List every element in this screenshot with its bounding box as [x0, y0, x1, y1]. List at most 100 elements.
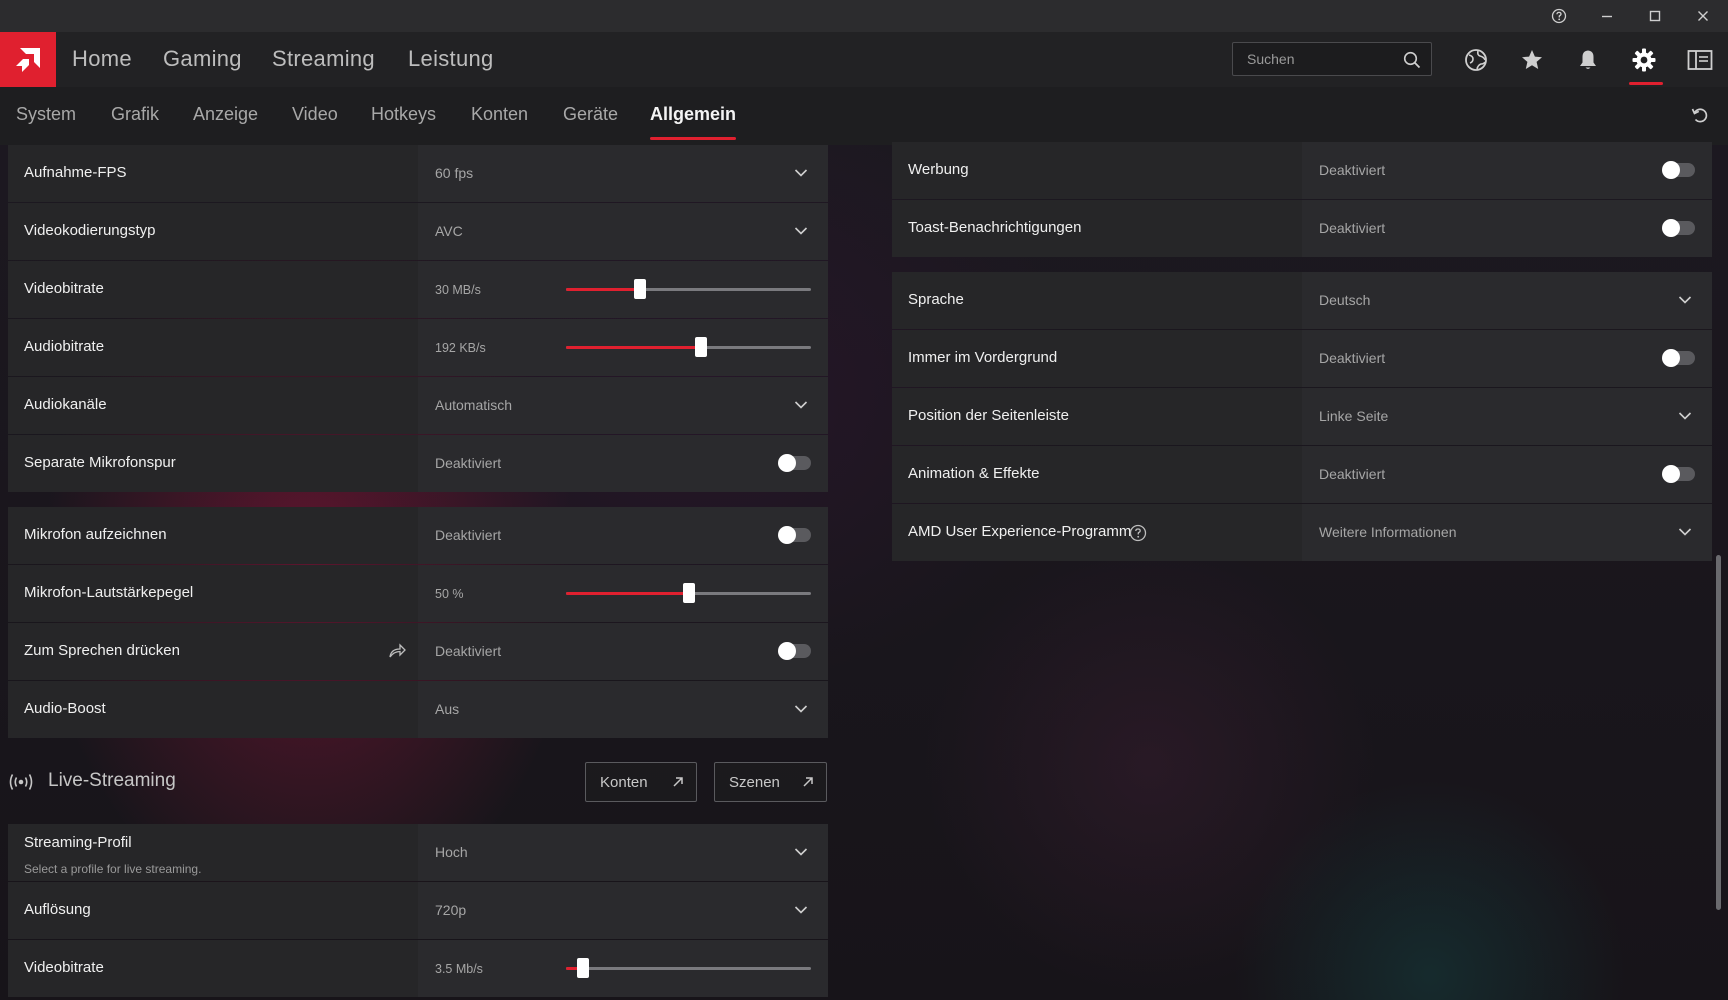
- chevron-down-icon[interactable]: [1678, 409, 1692, 423]
- tab-anzeige[interactable]: Anzeige: [193, 104, 258, 125]
- chevron-down-icon[interactable]: [1678, 293, 1692, 307]
- setting-value[interactable]: AVC: [435, 223, 463, 239]
- setting-label: Toast-Benachrichtigungen: [908, 219, 1082, 236]
- slider-fill: [566, 592, 689, 595]
- chevron-down-icon[interactable]: [794, 845, 808, 859]
- setting-label: Streaming-Profil: [24, 834, 132, 851]
- szenen-link-label: Szenen: [729, 774, 780, 791]
- setting-value[interactable]: 720p: [435, 902, 466, 918]
- toggle-switch[interactable]: [778, 642, 811, 660]
- chevron-down-icon[interactable]: [794, 398, 808, 412]
- setting-value[interactable]: Weitere Informationen: [1319, 524, 1456, 540]
- setting-value: 192 KB/s: [435, 341, 486, 355]
- setting-row-mikrofon-aufzeichnen: Mikrofon aufzeichnen Deaktiviert: [8, 507, 828, 564]
- setting-description: Select a profile for live streaming.: [24, 862, 202, 876]
- globe-icon[interactable]: [1458, 42, 1494, 78]
- minimize-icon[interactable]: [1584, 0, 1630, 32]
- toggle-switch[interactable]: [1662, 161, 1695, 179]
- setting-row-videobitrate: Videobitrate 30 MB/s: [8, 261, 828, 318]
- chevron-down-icon[interactable]: [794, 903, 808, 917]
- nav-gaming[interactable]: Gaming: [163, 46, 242, 72]
- search-input[interactable]: [1233, 43, 1393, 75]
- setting-label: Position der Seitenleiste: [908, 407, 1069, 424]
- settings-tabs: System Grafik Anzeige Video Hotkeys Kont…: [0, 87, 1728, 145]
- broadcast-icon: [9, 774, 33, 790]
- setting-label: Videokodierungstyp: [24, 222, 156, 239]
- help-icon[interactable]: [1536, 0, 1582, 32]
- slider-thumb[interactable]: [694, 337, 707, 357]
- gear-icon[interactable]: [1626, 42, 1662, 78]
- setting-value: Deaktiviert: [1319, 466, 1386, 482]
- toggle-knob: [778, 526, 796, 544]
- setting-label: Videobitrate: [24, 959, 104, 976]
- setting-value[interactable]: Aus: [435, 701, 459, 717]
- setting-row-werbung: Werbung Deaktiviert: [892, 142, 1712, 199]
- amd-logo-icon[interactable]: [0, 32, 56, 87]
- setting-value: Deaktiviert: [1319, 350, 1386, 366]
- slider-track[interactable]: [566, 279, 811, 299]
- chevron-down-icon[interactable]: [794, 702, 808, 716]
- toggle-switch[interactable]: [1662, 219, 1695, 237]
- setting-label: Audiobitrate: [24, 338, 105, 355]
- setting-row-audiokanäle: Audiokanäle Automatisch: [8, 377, 828, 434]
- tab-grafik[interactable]: Grafik: [111, 104, 159, 125]
- toggle-switch[interactable]: [778, 454, 811, 472]
- tab-system[interactable]: System: [16, 104, 76, 125]
- setting-row-zum-sprechen-drücken: Zum Sprechen drücken Deaktiviert: [8, 623, 828, 680]
- external-link-icon: [673, 777, 683, 787]
- search-box: [1232, 42, 1432, 76]
- slider-thumb[interactable]: [682, 583, 695, 603]
- slider-thumb[interactable]: [577, 958, 590, 978]
- setting-label: Animation & Effekte: [908, 465, 1040, 482]
- setting-value[interactable]: 60 fps: [435, 165, 473, 181]
- sidebar-toggle-icon[interactable]: [1682, 42, 1718, 78]
- slider-fill: [566, 346, 701, 349]
- setting-label: Separate Mikrofonspur: [24, 454, 176, 471]
- bell-icon[interactable]: [1570, 42, 1606, 78]
- setting-value: Deaktiviert: [435, 527, 502, 543]
- setting-value: Deaktiviert: [435, 455, 502, 471]
- slider-thumb[interactable]: [633, 279, 646, 299]
- konten-link-button[interactable]: Konten: [585, 762, 697, 802]
- szenen-link-button[interactable]: Szenen: [714, 762, 827, 802]
- chevron-down-icon[interactable]: [794, 224, 808, 238]
- search-icon[interactable]: [1403, 51, 1421, 69]
- setting-row-streaming-profil: Streaming-Profil Select a profile for liv…: [8, 824, 828, 881]
- maximize-icon[interactable]: [1632, 0, 1678, 32]
- chevron-down-icon[interactable]: [794, 166, 808, 180]
- toggle-knob: [1662, 219, 1680, 237]
- setting-value[interactable]: Hoch: [435, 844, 468, 860]
- toggle-switch[interactable]: [1662, 349, 1695, 367]
- scrollbar[interactable]: [1716, 555, 1721, 910]
- chevron-down-icon[interactable]: [1678, 525, 1692, 539]
- close-icon[interactable]: [1680, 0, 1726, 32]
- setting-value[interactable]: Automatisch: [435, 397, 512, 413]
- setting-label: Mikrofon aufzeichnen: [24, 526, 167, 543]
- star-icon[interactable]: [1514, 42, 1550, 78]
- setting-value: Deaktiviert: [1319, 220, 1386, 236]
- nav-home[interactable]: Home: [72, 46, 132, 72]
- tab-video[interactable]: Video: [292, 104, 338, 125]
- toggle-switch[interactable]: [1662, 465, 1695, 483]
- main-navigation: Home Gaming Streaming Leistung: [0, 32, 1728, 87]
- tab-hotkeys[interactable]: Hotkeys: [371, 104, 436, 125]
- setting-value: Deaktiviert: [1319, 162, 1386, 178]
- toggle-switch[interactable]: [778, 526, 811, 544]
- live-streaming-header: Live-Streaming Konten Szenen: [8, 762, 828, 802]
- tab-konten[interactable]: Konten: [471, 104, 528, 125]
- tab-allgemein[interactable]: Allgemein: [650, 104, 736, 125]
- setting-value[interactable]: Deutsch: [1319, 292, 1370, 308]
- setting-value[interactable]: Linke Seite: [1319, 408, 1388, 424]
- setting-row-mikrofon-lautstärkepegel: Mikrofon-Lautstärkepegel 50 %: [8, 565, 828, 622]
- slider-track[interactable]: [566, 958, 811, 978]
- slider-track[interactable]: [566, 583, 811, 603]
- nav-leistung[interactable]: Leistung: [408, 46, 494, 72]
- setting-value: 30 MB/s: [435, 283, 481, 297]
- reset-icon[interactable]: [1690, 105, 1712, 127]
- slider-track[interactable]: [566, 337, 811, 357]
- nav-streaming[interactable]: Streaming: [272, 46, 375, 72]
- setting-row-auflösung: Auflösung 720p: [8, 882, 828, 939]
- tab-geraete[interactable]: Geräte: [563, 104, 618, 125]
- hotkey-share-icon[interactable]: [388, 643, 406, 659]
- info-help-icon[interactable]: [1129, 524, 1147, 542]
